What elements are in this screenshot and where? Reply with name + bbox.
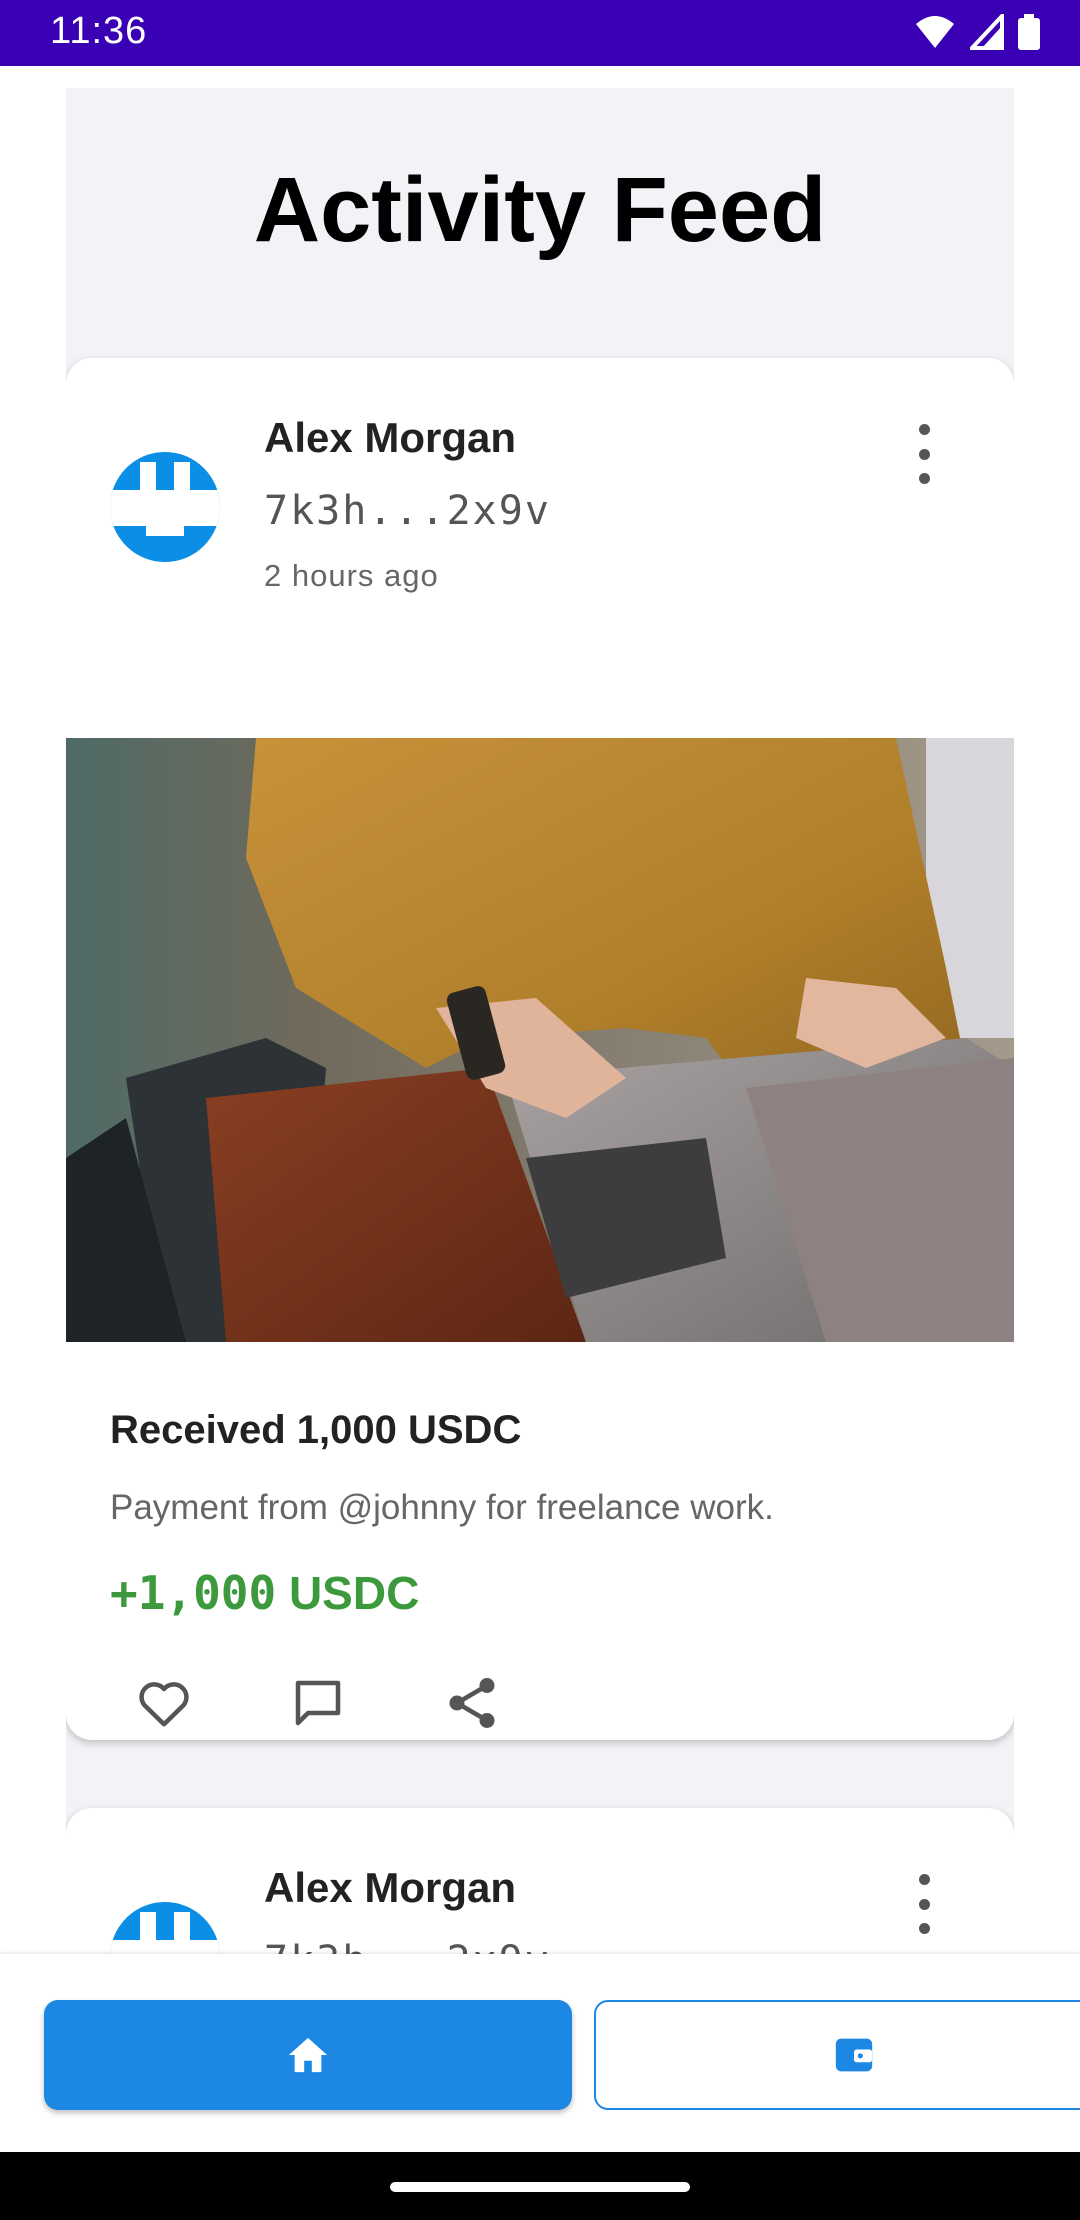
- feed-container[interactable]: Activity Feed Alex Morgan 7k3h...2x9v 2 …: [66, 88, 1014, 1954]
- user-name[interactable]: Alex Morgan: [264, 414, 516, 462]
- transaction-title: Received 1,000 USDC: [110, 1408, 522, 1452]
- page-title: Activity Feed: [253, 159, 827, 261]
- system-navigation-bar: [0, 2152, 1080, 2220]
- status-icons: [914, 14, 1040, 50]
- nav-wallet-button[interactable]: [594, 2000, 1080, 2110]
- amount-value: +1,000: [110, 1566, 277, 1620]
- battery-icon: [1018, 14, 1040, 50]
- home-icon: [288, 2037, 328, 2073]
- comment-icon[interactable]: [288, 1673, 348, 1733]
- wallet-address: 7k3h...2x9v: [264, 1938, 551, 1954]
- avatar[interactable]: [110, 1902, 220, 1954]
- user-name[interactable]: Alex Morgan: [264, 1864, 516, 1912]
- signal-icon: [970, 14, 1004, 50]
- activity-card[interactable]: Alex Morgan 7k3h...2x9v: [66, 1808, 1014, 1954]
- post-image: [66, 738, 1014, 1342]
- transaction-amount: +1,000 USDC: [110, 1566, 419, 1620]
- transaction-description: Payment from @johnny for freelance work.: [110, 1488, 774, 1527]
- more-options-icon[interactable]: [904, 424, 944, 484]
- bottom-navigation: [0, 1954, 1080, 2152]
- wallet-icon: [835, 2038, 873, 2072]
- home-gesture-handle[interactable]: [390, 2182, 690, 2192]
- more-options-icon[interactable]: [904, 1874, 944, 1934]
- status-time: 11:36: [50, 10, 148, 52]
- wallet-address: 7k3h...2x9v: [264, 488, 551, 534]
- like-icon[interactable]: [134, 1673, 194, 1733]
- amount-unit: USDC: [288, 1567, 420, 1619]
- nav-home-button[interactable]: [44, 2000, 572, 2110]
- share-icon[interactable]: [442, 1673, 502, 1733]
- avatar[interactable]: [110, 452, 220, 562]
- activity-card[interactable]: Alex Morgan 7k3h...2x9v 2 hours ago Rece…: [66, 358, 1014, 1740]
- wifi-icon: [916, 16, 954, 48]
- status-bar: 11:36: [0, 0, 1080, 66]
- post-time: 2 hours ago: [264, 558, 439, 593]
